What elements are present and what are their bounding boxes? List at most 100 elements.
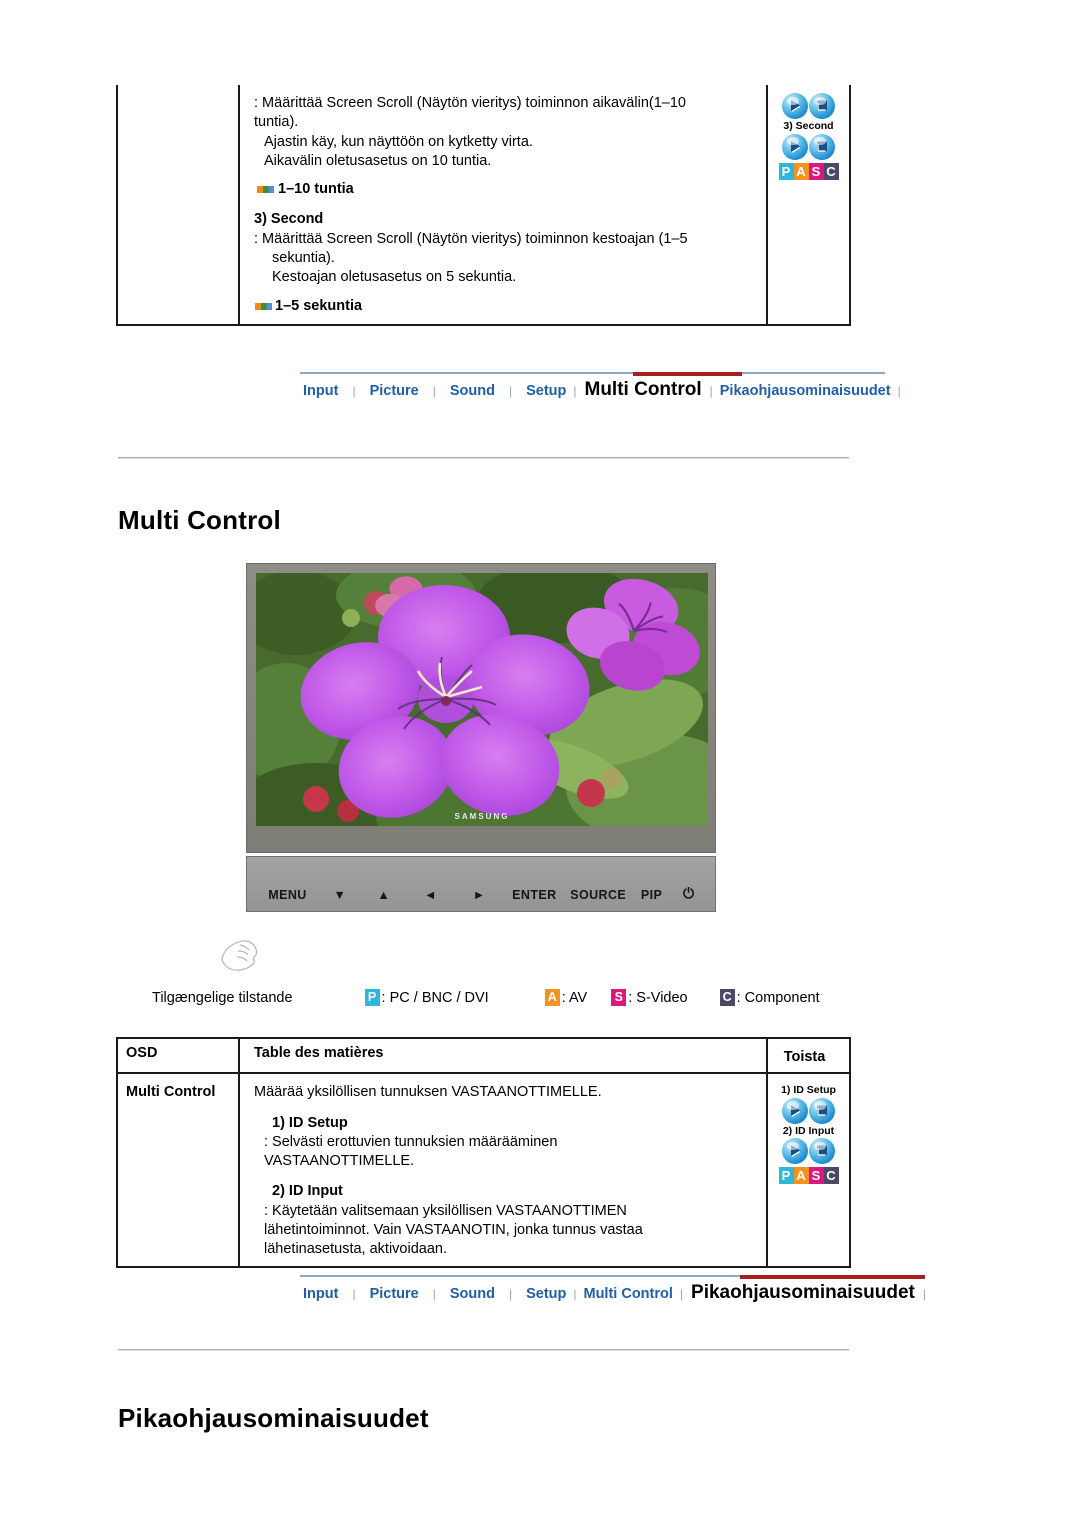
- nav-separator: |: [573, 1287, 577, 1301]
- range-bullet-hours-label: 1–10 tuntia: [278, 181, 354, 198]
- enter-glyph: [817, 1145, 827, 1157]
- nav-item-quick-setup[interactable]: Pikaohjausominaisuudet: [717, 383, 894, 399]
- monitor-control-panel: MENU ▼ ▲ ◄ ► ENTER SOURCE PIP ⏻: [246, 856, 716, 912]
- pip-button[interactable]: PIP: [631, 888, 673, 902]
- mode-badge-s: S: [808, 162, 824, 180]
- mode-entry-av-label: : AV: [561, 989, 588, 1006]
- desc-line-7: Kestoajan oletusasetus on 5 sekuntia.: [272, 269, 517, 286]
- osd-button-pair: [779, 1097, 839, 1124]
- desc-line-5: : Määrittää Screen Scroll (Näytön vierit…: [254, 230, 688, 247]
- osd-buttons-cell: 3) Second P A S C: [766, 85, 851, 326]
- nav-separator: |: [508, 384, 513, 398]
- osd-name-multi-control: Multi Control: [116, 1072, 240, 1268]
- osd-menu-table: OSD Table des matières Toista Multi Cont…: [116, 1036, 851, 1268]
- nav-separator: |: [573, 384, 577, 398]
- navbar-items: Input | Picture | Sound | Setup | Multi …: [300, 1282, 930, 1304]
- mode-badge-p-icon: P: [364, 989, 380, 1006]
- mode-badge-a: A: [793, 162, 809, 180]
- nav-item-setup[interactable]: Setup: [523, 383, 569, 399]
- menu-button[interactable]: MENU: [257, 888, 318, 902]
- osd-button-pair: [779, 93, 839, 119]
- enter-glyph: [817, 1105, 827, 1116]
- play-glyph: [791, 140, 801, 153]
- mode-badge-c: C: [823, 162, 839, 180]
- available-modes-legend: Tilgængelige tilstande P : PC / BNC / DV…: [152, 989, 820, 1006]
- nav-item-input[interactable]: Input: [300, 1286, 341, 1302]
- available-modes-label: Tilgængelige tilstande: [152, 989, 293, 1006]
- enter-button[interactable]: ENTER: [503, 888, 566, 902]
- osd-item2-line-2: lähetintoiminnot. Vain VASTAANOTIN, jonk…: [264, 1221, 643, 1238]
- mode-badge-c-icon: C: [719, 989, 735, 1006]
- navbar-items: Input | Picture | Sound | Setup | Multi …: [300, 379, 905, 401]
- mode-entry-svideo: S : S-Video: [611, 989, 688, 1006]
- osd-play-button-icon: [782, 93, 808, 119]
- nav-separator: |: [352, 1287, 356, 1301]
- nav-separator: |: [432, 384, 436, 398]
- mode-entry-pc: P : PC / BNC / DVI: [364, 989, 489, 1006]
- nav-item-multi-control[interactable]: Multi Control: [581, 379, 706, 401]
- mode-badge-p: P: [778, 162, 794, 180]
- nav-item-sound[interactable]: Sound: [447, 383, 498, 399]
- nav-item-picture[interactable]: Picture: [367, 1286, 422, 1302]
- monitor-bezel: SAMSUNG: [246, 563, 716, 853]
- left-button[interactable]: ◄: [406, 888, 456, 902]
- osd-replay-icons-cell: 1) ID Setup 2) ID Input P A S C: [766, 1072, 851, 1268]
- osd-enter-button-icon: [809, 1138, 835, 1165]
- osd-name-cell-empty: [116, 85, 240, 326]
- range-bullet-seconds-label: 1–5 sekuntia: [275, 297, 363, 314]
- samsung-brand-label: SAMSUNG: [454, 812, 510, 821]
- up-button[interactable]: ▲: [362, 888, 406, 902]
- nav-item-sound[interactable]: Sound: [447, 1286, 498, 1302]
- play-glyph: [791, 1145, 801, 1158]
- nav-separator: |: [432, 1287, 436, 1301]
- desc-line-6: sekuntia).: [272, 249, 335, 266]
- tricolor-bullet-icon: [255, 302, 272, 310]
- osd-item1-line-2: VASTAANOTTIMELLE.: [264, 1153, 415, 1170]
- source-button[interactable]: SOURCE: [566, 888, 631, 902]
- nav-item-quick-setup[interactable]: Pikaohjausominaisuudet: [687, 1282, 919, 1304]
- mode-badge-p: P: [778, 1167, 794, 1185]
- osd-caption-second: 3) Second: [783, 120, 834, 132]
- nav-item-setup[interactable]: Setup: [523, 1286, 569, 1302]
- mode-entry-svideo-label: : S-Video: [628, 989, 688, 1006]
- desc-line-3: Ajastin käy, kun näyttöön on kytketty vi…: [264, 133, 533, 150]
- right-button[interactable]: ►: [455, 888, 503, 902]
- pasc-mode-badges: P A S C: [778, 162, 839, 180]
- desc-line-4: Aikavälin oletusasetus on 10 tuntia.: [264, 152, 492, 169]
- mode-entry-component: C : Component: [719, 989, 820, 1006]
- mode-badge-c: C: [823, 1167, 839, 1185]
- down-button[interactable]: ▼: [318, 888, 362, 902]
- hand-pointer-icon: [221, 940, 258, 971]
- header-toista: Toista: [766, 1036, 851, 1075]
- osd-item2-line-1: : Käytetään valitsemaan yksilöllisen VAS…: [264, 1202, 627, 1219]
- monitor-illustration: SAMSUNG MENU ▼ ▲ ◄ ► ENTER SOURCE PIP ⏻: [221, 563, 716, 971]
- osd-play-button-icon: [782, 133, 808, 160]
- nav-separator: |: [897, 384, 901, 398]
- osd-play-button-icon: [782, 1097, 808, 1124]
- osd-intro-line: Määrää yksilöllisen tunnuksen VASTAANOTT…: [254, 1084, 602, 1101]
- nav-separator: |: [352, 384, 356, 398]
- nav-item-picture[interactable]: Picture: [367, 383, 422, 399]
- mode-badge-a-icon: A: [544, 989, 560, 1006]
- enter-glyph: [817, 100, 827, 111]
- table-row: : Määrittää Screen Scroll (Näytön vierit…: [116, 85, 851, 326]
- mode-badge-s-icon: S: [611, 989, 627, 1006]
- range-bullet-seconds: 1–5 sekuntia: [254, 297, 758, 316]
- mode-badge-a: A: [793, 1167, 809, 1185]
- navbar-active-underline: [633, 372, 742, 376]
- osd-description-cell: Määrää yksilöllisen tunnuksen VASTAANOTT…: [238, 1072, 768, 1268]
- osd-enter-button-icon: [809, 1097, 835, 1124]
- power-button[interactable]: ⏻: [673, 885, 705, 902]
- osd-button-pair: [779, 1138, 839, 1165]
- table-row: Multi Control Määrää yksilöllisen tunnuk…: [116, 1072, 851, 1268]
- osd-item1-line-1: : Selvästi erottuvien tunnuksien määrääm…: [264, 1133, 558, 1150]
- section-divider-top: [118, 457, 849, 459]
- mode-entry-pc-label: : PC / BNC / DVI: [381, 989, 489, 1006]
- nav-item-multi-control[interactable]: Multi Control: [581, 1286, 676, 1302]
- section-divider-bottom: [118, 1349, 849, 1351]
- nav-item-input[interactable]: Input: [300, 383, 341, 399]
- page-title-quick-setup: Pikaohjausominaisuudet: [118, 1403, 429, 1433]
- range-bullet-hours: 1–10 tuntia: [254, 180, 758, 199]
- osd-item1-heading: 1) ID Setup: [272, 1114, 348, 1131]
- osd-caption-id-setup: 1) ID Setup: [781, 1084, 836, 1097]
